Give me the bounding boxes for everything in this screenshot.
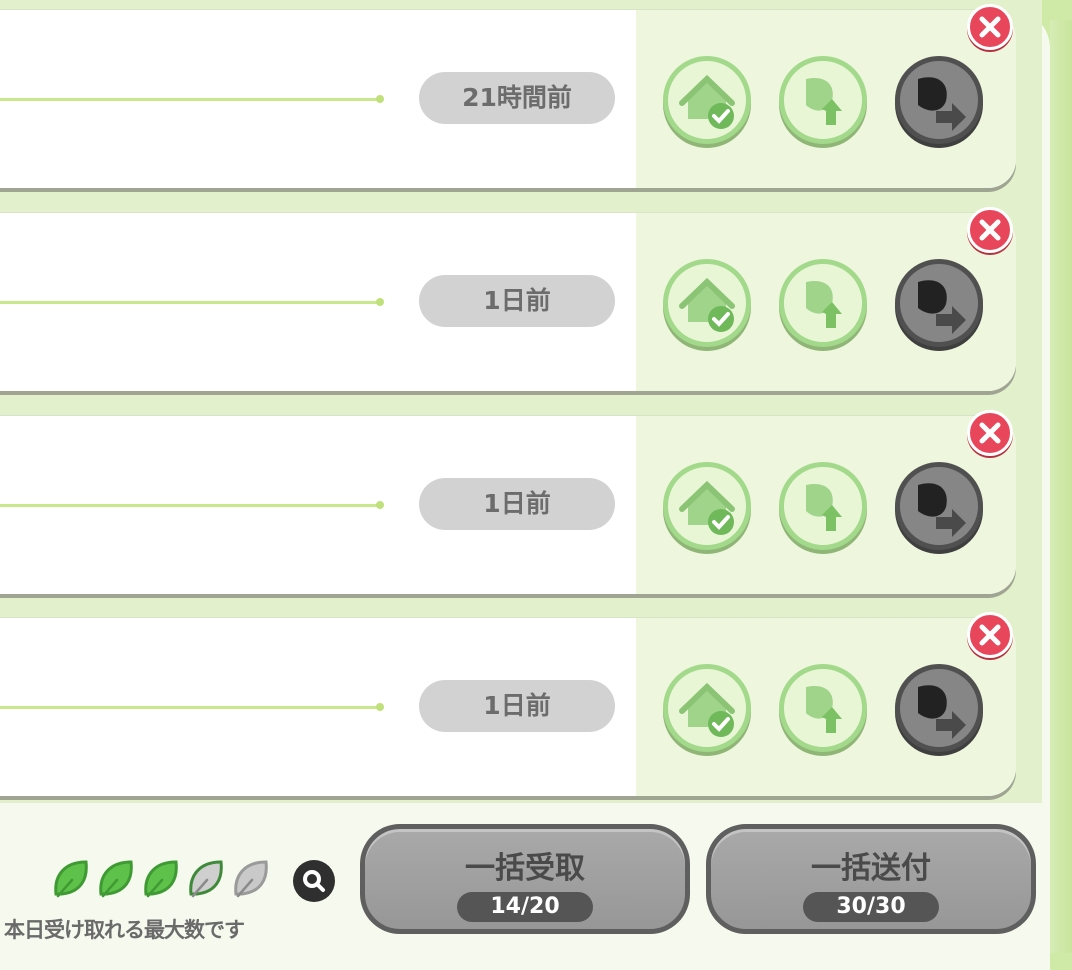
leaf-icon	[189, 860, 223, 898]
house-check-icon	[679, 480, 735, 535]
close-icon	[979, 16, 1001, 38]
leaf-icon	[54, 860, 88, 898]
magnifier-glyph	[303, 870, 325, 892]
receive-button[interactable]	[779, 259, 867, 347]
bulk-send-label: 一括送付	[811, 851, 931, 886]
row-divider-line	[0, 703, 384, 711]
leaf-send-icon	[918, 77, 966, 131]
bulk-receive-count: 14/20	[457, 892, 593, 922]
row-divider-line	[0, 501, 384, 509]
gift-row: 1日前	[0, 207, 1016, 391]
close-icon	[979, 624, 1001, 646]
house-check-icon	[679, 277, 735, 332]
house-check-icon	[679, 74, 735, 129]
visit-home-button[interactable]	[663, 56, 751, 144]
time-badge: 21時間前	[419, 72, 615, 124]
time-badge: 1日前	[419, 275, 615, 327]
row-divider-line	[0, 298, 384, 306]
leaf-icon	[234, 860, 268, 898]
close-icon	[979, 219, 1001, 241]
leaf-icon	[144, 860, 178, 898]
gift-row: 1日前	[0, 612, 1016, 796]
search-icon[interactable]	[293, 860, 335, 902]
receive-button[interactable]	[779, 462, 867, 550]
panel-scrollbar-track[interactable]	[1050, 20, 1072, 953]
send-button[interactable]	[895, 259, 983, 347]
receive-button[interactable]	[779, 664, 867, 752]
delete-button[interactable]	[967, 207, 1013, 253]
gift-row: 1日前	[0, 410, 1016, 594]
send-button[interactable]	[895, 664, 983, 752]
delete-button[interactable]	[967, 612, 1013, 658]
daily-leaf-meter	[50, 856, 290, 906]
close-icon	[979, 422, 1001, 444]
visit-home-button[interactable]	[663, 462, 751, 550]
leaf-receive-icon	[806, 280, 842, 328]
row-divider-line	[0, 95, 384, 103]
leaf-send-icon	[918, 483, 966, 537]
send-button[interactable]	[895, 56, 983, 144]
leaf-receive-icon	[806, 77, 842, 125]
bulk-send-count: 30/30	[803, 892, 939, 922]
bulk-send-button[interactable]: 一括送付 30/30	[706, 824, 1036, 934]
house-check-icon	[679, 682, 735, 737]
time-badge: 1日前	[419, 680, 615, 732]
visit-home-button[interactable]	[663, 259, 751, 347]
leaf-icon	[99, 860, 133, 898]
leaf-receive-icon	[806, 685, 842, 733]
gift-row: 21時間前	[0, 4, 1016, 188]
receive-button[interactable]	[779, 56, 867, 144]
send-button[interactable]	[895, 462, 983, 550]
bulk-receive-label: 一括受取	[465, 851, 585, 886]
bulk-receive-button[interactable]: 一括受取 14/20	[360, 824, 690, 934]
daily-limit-note: 本日受け取れる最大数です	[4, 918, 245, 942]
leaf-send-icon	[918, 280, 966, 334]
time-badge: 1日前	[419, 478, 615, 530]
delete-button[interactable]	[967, 410, 1013, 456]
visit-home-button[interactable]	[663, 664, 751, 752]
delete-button[interactable]	[967, 4, 1013, 50]
leaf-send-icon	[918, 685, 966, 739]
leaf-receive-icon	[806, 483, 842, 531]
